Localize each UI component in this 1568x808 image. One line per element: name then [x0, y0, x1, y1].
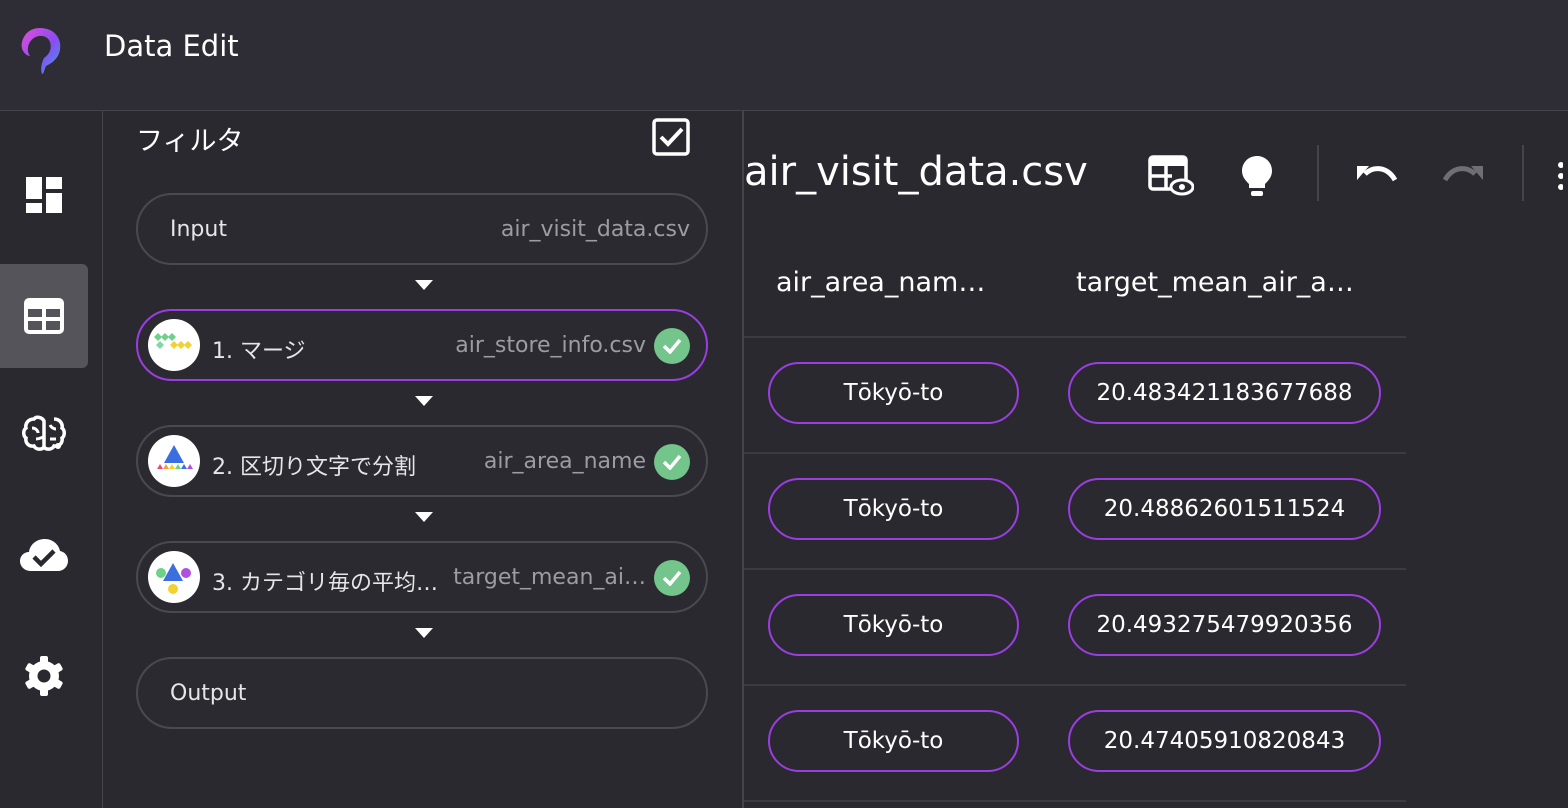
step-file: target_mean_ai… — [453, 565, 646, 590]
column-header[interactable]: target_mean_air_a… — [1076, 267, 1354, 298]
merge-icon — [148, 319, 200, 371]
table-cell[interactable]: Tōkyō-to — [768, 710, 1019, 772]
step-label: 2. 区切り文字で分割 — [212, 455, 416, 480]
table-cell[interactable]: Tōkyō-to — [768, 478, 1019, 540]
step-file: air_store_info.csv — [455, 333, 646, 358]
table-cell[interactable]: 20.48862601511524 — [1068, 478, 1381, 540]
cloud-check-icon — [20, 539, 68, 571]
down-arrow-icon — [415, 396, 433, 406]
check-circle-icon — [654, 328, 690, 364]
row-divider — [744, 336, 1406, 338]
step-file: air_area_name — [483, 449, 646, 474]
row-divider — [744, 800, 1406, 802]
table-cell[interactable]: Tōkyō-to — [768, 594, 1019, 656]
table-cell[interactable]: 20.493275479920356 — [1068, 594, 1381, 656]
down-arrow-icon — [415, 512, 433, 522]
row-divider — [744, 684, 1406, 686]
table-cell[interactable]: Tōkyō-to — [768, 362, 1019, 424]
output-label: Output — [170, 681, 247, 706]
filter-title: フィルタ — [136, 126, 244, 157]
redo-button[interactable] — [1438, 151, 1488, 201]
row-divider — [744, 568, 1406, 570]
table-view-button[interactable] — [1146, 151, 1196, 201]
down-arrow-icon — [415, 280, 433, 290]
brain-icon — [22, 415, 66, 451]
more-vert-icon — [1558, 162, 1563, 190]
sidebar-item-cloud[interactable] — [0, 503, 88, 607]
app-logo-icon — [21, 28, 61, 74]
toolbar-divider — [1317, 145, 1319, 201]
input-label: Input — [170, 217, 227, 242]
sidebar-item-data-table[interactable] — [0, 264, 88, 368]
input-file: air_visit_data.csv — [500, 217, 690, 242]
row-divider — [744, 452, 1406, 454]
dashboard-icon — [26, 177, 62, 213]
table-icon — [24, 298, 64, 334]
check-circle-icon — [654, 560, 690, 596]
table-view-icon — [1148, 155, 1194, 196]
table-cell[interactable]: 20.47405910820843 — [1068, 710, 1381, 772]
sidebar-item-dashboard[interactable] — [0, 143, 88, 247]
lightbulb-button[interactable] — [1232, 151, 1282, 201]
sidebar-item-settings[interactable] — [0, 624, 88, 728]
undo-button[interactable] — [1352, 151, 1402, 201]
checkbox-icon[interactable] — [651, 117, 691, 157]
pipeline-step-merge[interactable]: 1. マージ air_store_info.csv — [136, 309, 708, 381]
split-icon — [148, 435, 200, 487]
category-mean-icon — [148, 551, 200, 603]
pipeline-step-split[interactable]: 2. 区切り文字で分割 air_area_name — [136, 425, 708, 497]
table-cell[interactable]: 20.483421183677688 — [1068, 362, 1381, 424]
down-arrow-icon — [415, 628, 433, 638]
column-header[interactable]: air_area_nam… — [776, 267, 985, 298]
data-view: air_visit_data.csv air_area_nam… target_… — [744, 111, 1568, 808]
sidebar — [0, 111, 103, 808]
step-label: 1. マージ — [212, 339, 306, 364]
more-button[interactable] — [1548, 151, 1568, 201]
file-title: air_visit_data.csv — [744, 149, 1088, 195]
check-circle-icon — [654, 444, 690, 480]
gear-icon — [25, 656, 63, 696]
step-label: 3. カテゴリ毎の平均… — [212, 571, 438, 596]
app-title: Data Edit — [104, 29, 239, 63]
pipeline-input[interactable]: Input air_visit_data.csv — [136, 193, 708, 265]
toolbar-divider — [1522, 145, 1524, 201]
sidebar-item-ai[interactable] — [0, 381, 88, 485]
filter-panel: フィルタ Input air_visit_data.csv 1. マージ air… — [103, 111, 744, 808]
app-header: Data Edit — [0, 0, 1568, 111]
pipeline-output[interactable]: Output — [136, 657, 708, 729]
redo-icon — [1442, 166, 1483, 182]
undo-icon — [1357, 166, 1398, 182]
lightbulb-icon — [1242, 156, 1272, 196]
pipeline-step-category-mean[interactable]: 3. カテゴリ毎の平均… target_mean_ai… — [136, 541, 708, 613]
